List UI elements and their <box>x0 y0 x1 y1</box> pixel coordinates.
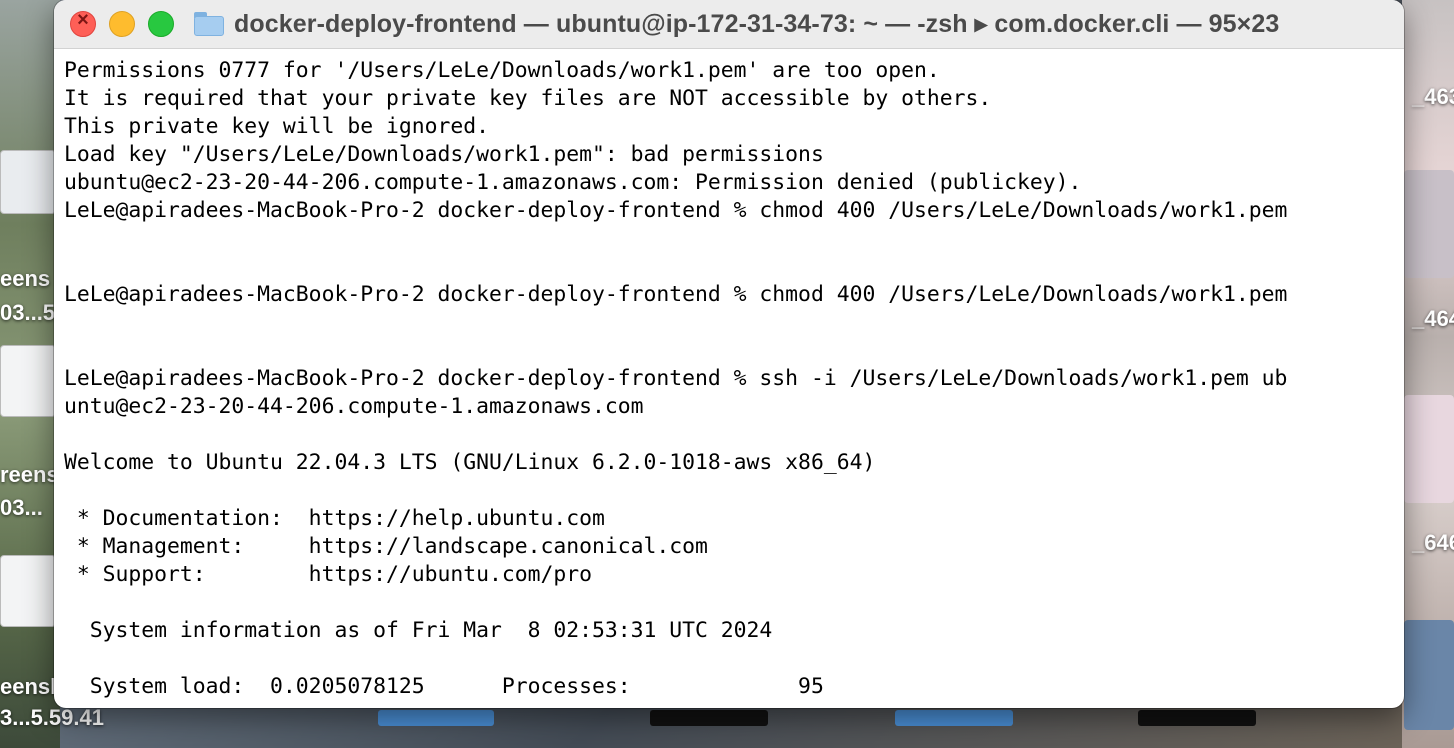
terminal-line: LeLe@apiradees-MacBook-Pro-2 docker-depl… <box>64 282 1288 307</box>
terminal-line: untu@ec2-23-20-44-206.compute-1.amazonaw… <box>64 394 644 419</box>
window-controls <box>70 9 174 37</box>
terminal-line: * Support: https://ubuntu.com/pro <box>64 562 593 587</box>
desktop-file-label[interactable]: 3...5.59.41 <box>0 705 104 731</box>
desktop-file-thumbnail[interactable] <box>1404 170 1454 278</box>
terminal-line: * Documentation: https://help.ubuntu.com <box>64 506 605 531</box>
terminal-line: Welcome to Ubuntu 22.04.3 LTS (GNU/Linux… <box>64 450 876 475</box>
dock-item[interactable] <box>895 710 1013 726</box>
dock-item[interactable] <box>378 710 494 726</box>
terminal-line: LeLe@apiradees-MacBook-Pro-2 docker-depl… <box>64 366 1288 391</box>
dock-item[interactable] <box>650 710 768 726</box>
minimize-button[interactable] <box>109 11 135 37</box>
desktop-file-thumbnail[interactable] <box>0 555 56 627</box>
terminal-line: * Management: https://landscape.canonica… <box>64 534 708 559</box>
terminal-output[interactable]: Permissions 0777 for '/Users/LeLe/Downlo… <box>54 49 1404 708</box>
desktop-file-label[interactable]: _463 <box>1412 84 1454 110</box>
terminal-window[interactable]: docker-deploy-frontend — ubuntu@ip-172-3… <box>54 0 1404 708</box>
terminal-line: It is required that your private key fil… <box>64 86 992 111</box>
desktop-file-thumbnail[interactable] <box>1404 395 1454 503</box>
terminal-line: System information as of Fri Mar 8 02:53… <box>64 618 773 643</box>
desktop-file-label[interactable]: eens <box>0 266 50 292</box>
terminal-line: LeLe@apiradees-MacBook-Pro-2 docker-depl… <box>64 198 1288 223</box>
desktop-file-thumbnail[interactable] <box>0 345 56 417</box>
window-title: docker-deploy-frontend — ubuntu@ip-172-3… <box>234 10 1280 38</box>
dock-item[interactable] <box>1138 710 1256 726</box>
close-button[interactable] <box>70 9 96 37</box>
desktop-file-label[interactable]: 03... <box>0 495 43 521</box>
terminal-line: This private key will be ignored. <box>64 114 489 139</box>
terminal-line: Permissions 0777 for '/Users/LeLe/Downlo… <box>64 58 940 83</box>
terminal-line: System load: 0.0205078125 Processes: 95 <box>64 674 824 699</box>
desktop-file-thumbnail[interactable] <box>0 150 56 214</box>
desktop-file-label[interactable]: reens <box>0 462 59 488</box>
window-titlebar[interactable]: docker-deploy-frontend — ubuntu@ip-172-3… <box>54 0 1404 49</box>
desktop-file-label[interactable]: 03...5 <box>0 300 55 326</box>
folder-icon <box>194 12 224 36</box>
terminal-line: ubuntu@ec2-23-20-44-206.compute-1.amazon… <box>64 170 1082 195</box>
desktop-file-label[interactable]: _646 <box>1412 530 1454 556</box>
desktop-file-thumbnail[interactable] <box>1404 620 1454 730</box>
window-title-group: docker-deploy-frontend — ubuntu@ip-172-3… <box>194 9 1279 39</box>
desktop-file-label[interactable]: _464 <box>1412 306 1454 332</box>
terminal-line: Load key "/Users/LeLe/Downloads/work1.pe… <box>64 142 824 167</box>
zoom-button[interactable] <box>148 11 174 37</box>
